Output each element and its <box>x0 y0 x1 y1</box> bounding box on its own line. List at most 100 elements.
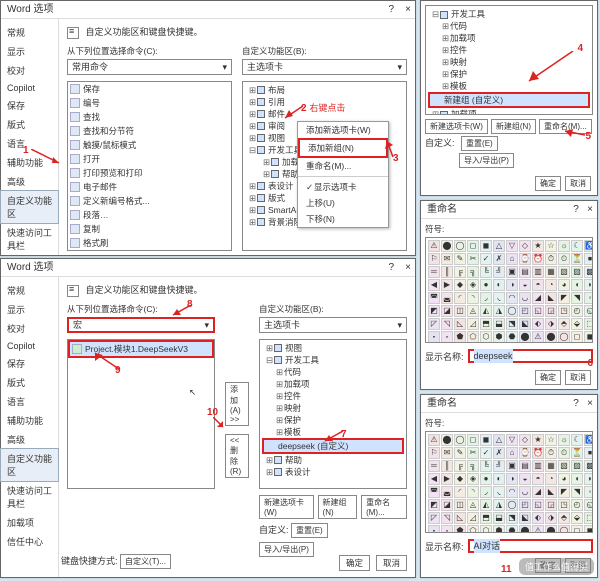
symbol-cell[interactable]: ◛ <box>441 292 453 304</box>
symbol-cell[interactable]: ▧ <box>558 266 570 278</box>
symbol-cell[interactable]: ⬚ <box>584 512 593 524</box>
symbol-cell[interactable]: ⬗ <box>545 318 557 330</box>
list-item[interactable]: 更改列表级别 <box>68 250 231 251</box>
symbol-cell[interactable]: ◗ <box>584 473 593 485</box>
symbol-cell[interactable]: ◯ <box>558 331 570 343</box>
list-item[interactable]: 定义新编号格式... <box>68 194 231 208</box>
choose-from-combo[interactable]: 常用命令 ▾ <box>67 59 232 75</box>
tree-node[interactable]: ⊞保护 <box>428 68 590 80</box>
symbol-cell[interactable]: △ <box>493 434 505 446</box>
ok-button[interactable]: 确定 <box>535 176 561 191</box>
symbol-cell[interactable]: ◿ <box>467 318 479 330</box>
list-item[interactable]: 查找 <box>68 110 231 124</box>
symbol-cell[interactable]: ◯ <box>454 240 466 252</box>
tree-node[interactable]: ⊟开发工具 <box>262 354 404 366</box>
symbol-cell[interactable]: ◰ <box>519 499 531 511</box>
sidebar-item[interactable]: 高级 <box>1 172 58 191</box>
close-icon[interactable]: × <box>401 259 415 277</box>
symbol-cell[interactable]: ⬖ <box>532 318 544 330</box>
symbol-cell[interactable]: ✉ <box>441 447 453 459</box>
symbol-cell[interactable]: ✎ <box>454 253 466 265</box>
symbol-cell[interactable]: ◞ <box>480 292 492 304</box>
ctx-show-tab[interactable]: ✓显示选项卡 <box>298 179 388 195</box>
sidebar-item[interactable]: 校对 <box>1 61 58 80</box>
reset-button[interactable]: 重置(E) <box>461 136 498 151</box>
symbol-cell[interactable]: ⏲ <box>558 253 570 265</box>
symbol-cell[interactable]: ⬣ <box>506 331 518 343</box>
tree-node[interactable]: ⊞保护 <box>262 414 404 426</box>
new-tab-button[interactable]: 新建选项卡(W) <box>425 119 488 134</box>
symbol-cell[interactable]: ◭ <box>480 499 492 511</box>
symbol-cell[interactable]: ✗ <box>493 253 505 265</box>
symbol-cell[interactable]: ▦ <box>545 266 557 278</box>
kbd-customize-button[interactable]: 自定义(T)... <box>120 554 171 569</box>
symbol-cell[interactable]: ╗ <box>467 266 479 278</box>
remove-button[interactable]: << 删除(R) <box>225 434 249 478</box>
reset-button[interactable]: 重置(E) <box>291 523 328 538</box>
symbol-cell[interactable]: ◱ <box>532 305 544 317</box>
help-icon[interactable]: ? <box>384 1 398 19</box>
symbol-cell[interactable]: ◖ <box>571 279 583 291</box>
symbol-cell[interactable]: ◥ <box>571 292 583 304</box>
symbol-cell[interactable]: ⌚ <box>519 447 531 459</box>
symbol-cell[interactable]: ◿ <box>467 512 479 524</box>
tree-node[interactable]: ⊞控件 <box>428 44 590 56</box>
symbol-cell[interactable]: ◪ <box>441 499 453 511</box>
symbol-cell[interactable]: ⬙ <box>571 318 583 330</box>
tree-node[interactable]: ⊞代码 <box>428 20 590 32</box>
symbol-cell[interactable]: ◐ <box>493 279 505 291</box>
add-button[interactable]: 添加(A) >> <box>225 382 249 426</box>
symbol-cell[interactable]: ⏱ <box>545 447 557 459</box>
symbol-cell[interactable]: ▧ <box>558 460 570 472</box>
display-name-input[interactable]: deepseek <box>468 349 593 363</box>
symbol-cell[interactable]: ◰ <box>519 305 531 317</box>
symbol-cell[interactable]: ◥ <box>571 486 583 498</box>
symbol-cell[interactable]: ⬟ <box>454 331 466 343</box>
symbol-cell[interactable]: ◑ <box>506 279 518 291</box>
symbol-cell[interactable]: ⬝ <box>428 525 440 533</box>
symbol-cell[interactable]: ◫ <box>454 499 466 511</box>
customize-ribbon-combo-2[interactable]: 主选项卡 ▾ <box>259 317 407 333</box>
tree-node[interactable]: ⊞映射 <box>428 56 590 68</box>
symbol-cell[interactable]: ● <box>480 473 492 485</box>
symbol-cell[interactable]: ☾ <box>571 434 583 446</box>
sidebar-item[interactable]: 快速访问工具栏 <box>1 223 58 255</box>
symbol-cell[interactable]: ⬤ <box>545 331 557 343</box>
symbol-cell[interactable]: ♿ <box>584 434 593 446</box>
symbol-cell[interactable]: ▨ <box>571 266 583 278</box>
ribbon-tree-3[interactable]: ⊟开发工具 ⊞代码 ⊞加载项 ⊞控件 ⊞映射 ⊞保护 ⊞模板 新建组 (自定义)… <box>425 5 593 115</box>
symbol-cell[interactable]: ◩ <box>428 305 440 317</box>
symbol-cell[interactable]: ⏹ <box>584 447 593 459</box>
symbol-cell[interactable]: ◮ <box>493 305 505 317</box>
symbol-cell[interactable]: ⬘ <box>558 318 570 330</box>
tree-node[interactable]: ⊞代码 <box>262 366 404 378</box>
symbol-cell[interactable]: ◱ <box>532 499 544 511</box>
list-item[interactable]: 段落… <box>68 208 231 222</box>
macro-listbox[interactable]: Project.模块1.DeepSeekV3 ↖ <box>67 339 215 489</box>
symbol-cell[interactable]: ◑ <box>506 473 518 485</box>
symbol-cell[interactable]: ⌚ <box>519 253 531 265</box>
symbol-cell[interactable]: ◈ <box>467 279 479 291</box>
symbol-cell[interactable]: ◤ <box>558 486 570 498</box>
symbol-cell[interactable]: ▽ <box>506 434 518 446</box>
symbol-cell[interactable]: ◼ <box>480 240 492 252</box>
symbol-picker[interactable]: ⚠⬤◯◻◼△▽◇★☆☼☾♿⚙⚑⚐✉✎✂✓✗⌂⌚⏰⏱⏲⏳⏹⏺␡═║╔╗╚╝▣▤▥▦… <box>425 237 593 343</box>
symbol-cell[interactable]: ◕ <box>558 473 570 485</box>
symbol-cell[interactable]: ⬢ <box>493 331 505 343</box>
symbol-cell[interactable]: ◓ <box>532 473 544 485</box>
symbol-cell[interactable]: ⬢ <box>493 525 505 533</box>
tree-node[interactable]: ⊞表设计 <box>262 466 404 478</box>
sidebar-item-customize-ribbon[interactable]: 自定义功能区 <box>0 190 59 224</box>
tree-node[interactable]: ⊞加载项 <box>428 32 590 44</box>
tree-node[interactable]: ⊞视图 <box>262 342 404 354</box>
symbol-cell[interactable]: ◡ <box>519 292 531 304</box>
list-item[interactable]: 复制 <box>68 222 231 236</box>
symbol-cell[interactable]: ⬓ <box>493 512 505 524</box>
new-group-button[interactable]: 新建组(N) <box>318 495 358 519</box>
symbol-cell[interactable]: ⬤ <box>441 240 453 252</box>
symbol-cell[interactable]: ⬠ <box>467 331 479 343</box>
symbol-cell[interactable]: ⬕ <box>519 318 531 330</box>
symbol-cell[interactable]: ◠ <box>506 292 518 304</box>
symbol-cell[interactable]: ◣ <box>545 486 557 498</box>
symbol-cell[interactable]: ⬖ <box>532 512 544 524</box>
